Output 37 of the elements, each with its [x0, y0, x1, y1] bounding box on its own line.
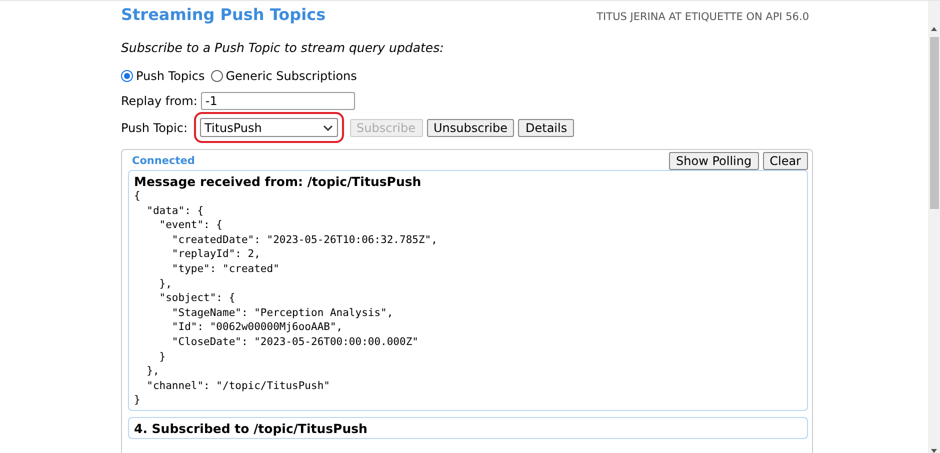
scroll-up-icon[interactable] [931, 27, 937, 31]
scroll-thumb[interactable] [930, 37, 938, 209]
code-line: } [158, 350, 167, 364]
code-line: "Id": "0062w00000Mj6ooAAB", [170, 320, 344, 335]
code-line: "StageName": "Perception Analysis", [170, 306, 394, 320]
user-info: TITUS JERINA AT ETIQUETTE ON API 56.0 [596, 11, 809, 23]
code-line: "data": { [146, 204, 205, 218]
action-button[interactable]: Unsubscribe [426, 118, 514, 136]
scroll-down-icon[interactable] [931, 449, 937, 453]
radio-icon[interactable] [121, 70, 133, 82]
code-line: "event": { [158, 218, 224, 233]
field-label: Replay from: [121, 94, 198, 108]
code-line: "CloseDate": "2023-05-26T00:00:00.000Z" [170, 334, 420, 350]
action-button[interactable]: Details [518, 118, 574, 136]
intro-text: Subscribe to a Push Topic to stream query updates: [121, 40, 445, 55]
panel-button[interactable]: Clear [762, 152, 808, 170]
code-line: { [134, 189, 142, 204]
code-line: "channel": "/topic/TitusPush" [146, 378, 331, 394]
page-title: Streaming Push Topics [121, 5, 326, 24]
field-label: Push Topic: [121, 120, 188, 134]
radio-icon[interactable] [210, 70, 223, 82]
input-field[interactable]: -1 [201, 92, 356, 110]
scrollbar[interactable] [928, 1, 940, 453]
radio-option[interactable]: Generic Subscriptions [210, 69, 357, 83]
code-line: }, [158, 276, 173, 292]
status-label: Connected [131, 155, 195, 167]
radio-option[interactable]: Push Topics [121, 69, 205, 83]
code-line: } [134, 393, 142, 408]
message-title: Message received from: /topic/TitusPush [134, 174, 422, 189]
code-line: "createdDate": "2023-05-26T10:06:32.785Z", [170, 232, 438, 248]
code-line: "type": "created" [170, 262, 280, 277]
code-line: "replayId": 2, [170, 247, 262, 262]
caret-icon [322, 124, 333, 130]
panel-button[interactable]: Show Polling [669, 152, 759, 170]
code-line: "sobject": { [158, 291, 236, 306]
code-line: }, [146, 364, 160, 379]
message-title: 4. Subscribed to /topic/TitusPush [134, 420, 368, 436]
